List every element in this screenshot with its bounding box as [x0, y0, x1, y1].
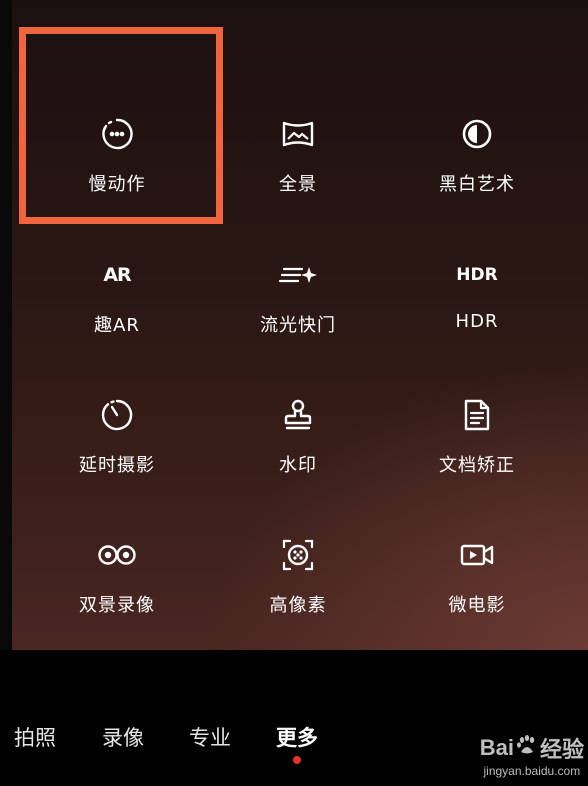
mode-light-trail[interactable]: 流光快门: [203, 255, 393, 375]
mode-tab-video[interactable]: 录像: [102, 722, 144, 752]
mode-high-resolution[interactable]: 高像素: [203, 535, 393, 655]
light-trail-icon: [278, 255, 318, 295]
mode-switcher-bar: 拍照 录像 专业 更多 Bai 经验 jingyan.baidu.com: [0, 650, 588, 786]
mode-tab-pro[interactable]: 专业: [189, 722, 231, 752]
mono-art-icon: [457, 114, 497, 154]
mode-micro-movie[interactable]: 微电影: [382, 535, 572, 655]
mode-label: 流光快门: [260, 315, 336, 336]
high-resolution-icon: [278, 535, 318, 575]
baidu-jingyan-watermark: Bai 经验 jingyan.baidu.com: [480, 732, 584, 778]
mode-label: 双景录像: [79, 595, 155, 616]
watermark-brand: Bai: [479, 735, 514, 760]
micro-movie-icon: [457, 535, 497, 575]
mode-grid: 慢动作 全景 黑白艺术 AR 趣AR 流光快门 HDR HDR 延时摄影 水印 …: [12, 0, 588, 650]
mode-label: 全景: [279, 174, 317, 195]
watermark-stamp-icon: [278, 395, 318, 435]
mode-label: 微电影: [448, 595, 506, 616]
mode-label: 文档矫正: [439, 455, 515, 476]
mode-label: 趣AR: [94, 315, 140, 336]
time-lapse-icon: [97, 395, 137, 435]
mode-hdr[interactable]: HDR HDR: [382, 255, 572, 375]
left-edge: [0, 0, 12, 650]
mode-label: HDR: [455, 311, 499, 332]
mode-ar[interactable]: AR 趣AR: [22, 255, 212, 375]
panorama-icon: [278, 114, 318, 154]
mode-dual-view[interactable]: 双景录像: [22, 535, 212, 655]
mode-label: 水印: [279, 455, 317, 476]
document-correct-icon: [457, 395, 497, 435]
mode-watermark[interactable]: 水印: [203, 395, 393, 515]
mode-label: 延时摄影: [79, 455, 155, 476]
dual-view-icon: [97, 535, 137, 575]
mode-mono-art[interactable]: 黑白艺术: [382, 114, 572, 234]
mode-label: 慢动作: [88, 174, 146, 195]
paw-icon: [516, 734, 538, 762]
watermark-url: jingyan.baidu.com: [483, 764, 581, 778]
mode-tab-more[interactable]: 更多: [276, 722, 318, 752]
hdr-icon: HDR: [456, 265, 498, 285]
mode-panorama[interactable]: 全景: [203, 114, 393, 234]
ar-icon: AR: [103, 264, 131, 286]
mode-document-correct[interactable]: 文档矫正: [382, 395, 572, 515]
active-mode-indicator: [293, 756, 301, 764]
mode-tab-photo[interactable]: 拍照: [14, 722, 56, 752]
watermark-suffix: 经验: [539, 737, 584, 762]
mode-label: 黑白艺术: [439, 174, 515, 195]
slow-motion-icon: [97, 114, 137, 154]
mode-slow-motion[interactable]: 慢动作: [22, 114, 212, 234]
mode-label: 高像素: [269, 595, 327, 616]
mode-time-lapse[interactable]: 延时摄影: [22, 395, 212, 515]
